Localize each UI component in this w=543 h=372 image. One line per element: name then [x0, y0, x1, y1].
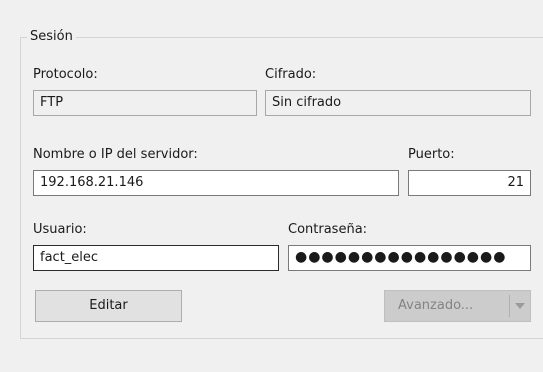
password-label: Contraseña: — [288, 222, 368, 237]
chevron-down-icon[interactable] — [515, 303, 525, 309]
user-field[interactable]: fact_elec — [33, 245, 279, 271]
advanced-button-label: Avanzado... — [398, 298, 474, 313]
session-group-title: Sesión — [27, 29, 76, 44]
port-field[interactable]: 21 — [408, 170, 531, 196]
port-label: Puerto: — [408, 147, 455, 162]
password-field[interactable]: ●●●●●●●●●●●●●●●● — [288, 245, 531, 271]
user-label: Usuario: — [33, 222, 87, 237]
edit-button[interactable]: Editar — [35, 290, 182, 322]
host-field[interactable]: 192.168.21.146 — [33, 170, 399, 196]
protocol-field[interactable]: FTP — [33, 90, 257, 116]
encryption-field[interactable]: Sin cifrado — [265, 90, 531, 116]
protocol-label: Protocolo: — [33, 67, 98, 82]
host-label: Nombre o IP del servidor: — [33, 147, 198, 162]
split-divider — [509, 295, 510, 317]
encryption-label: Cifrado: — [265, 67, 317, 82]
advanced-split-button[interactable]: Avanzado... — [384, 290, 531, 322]
